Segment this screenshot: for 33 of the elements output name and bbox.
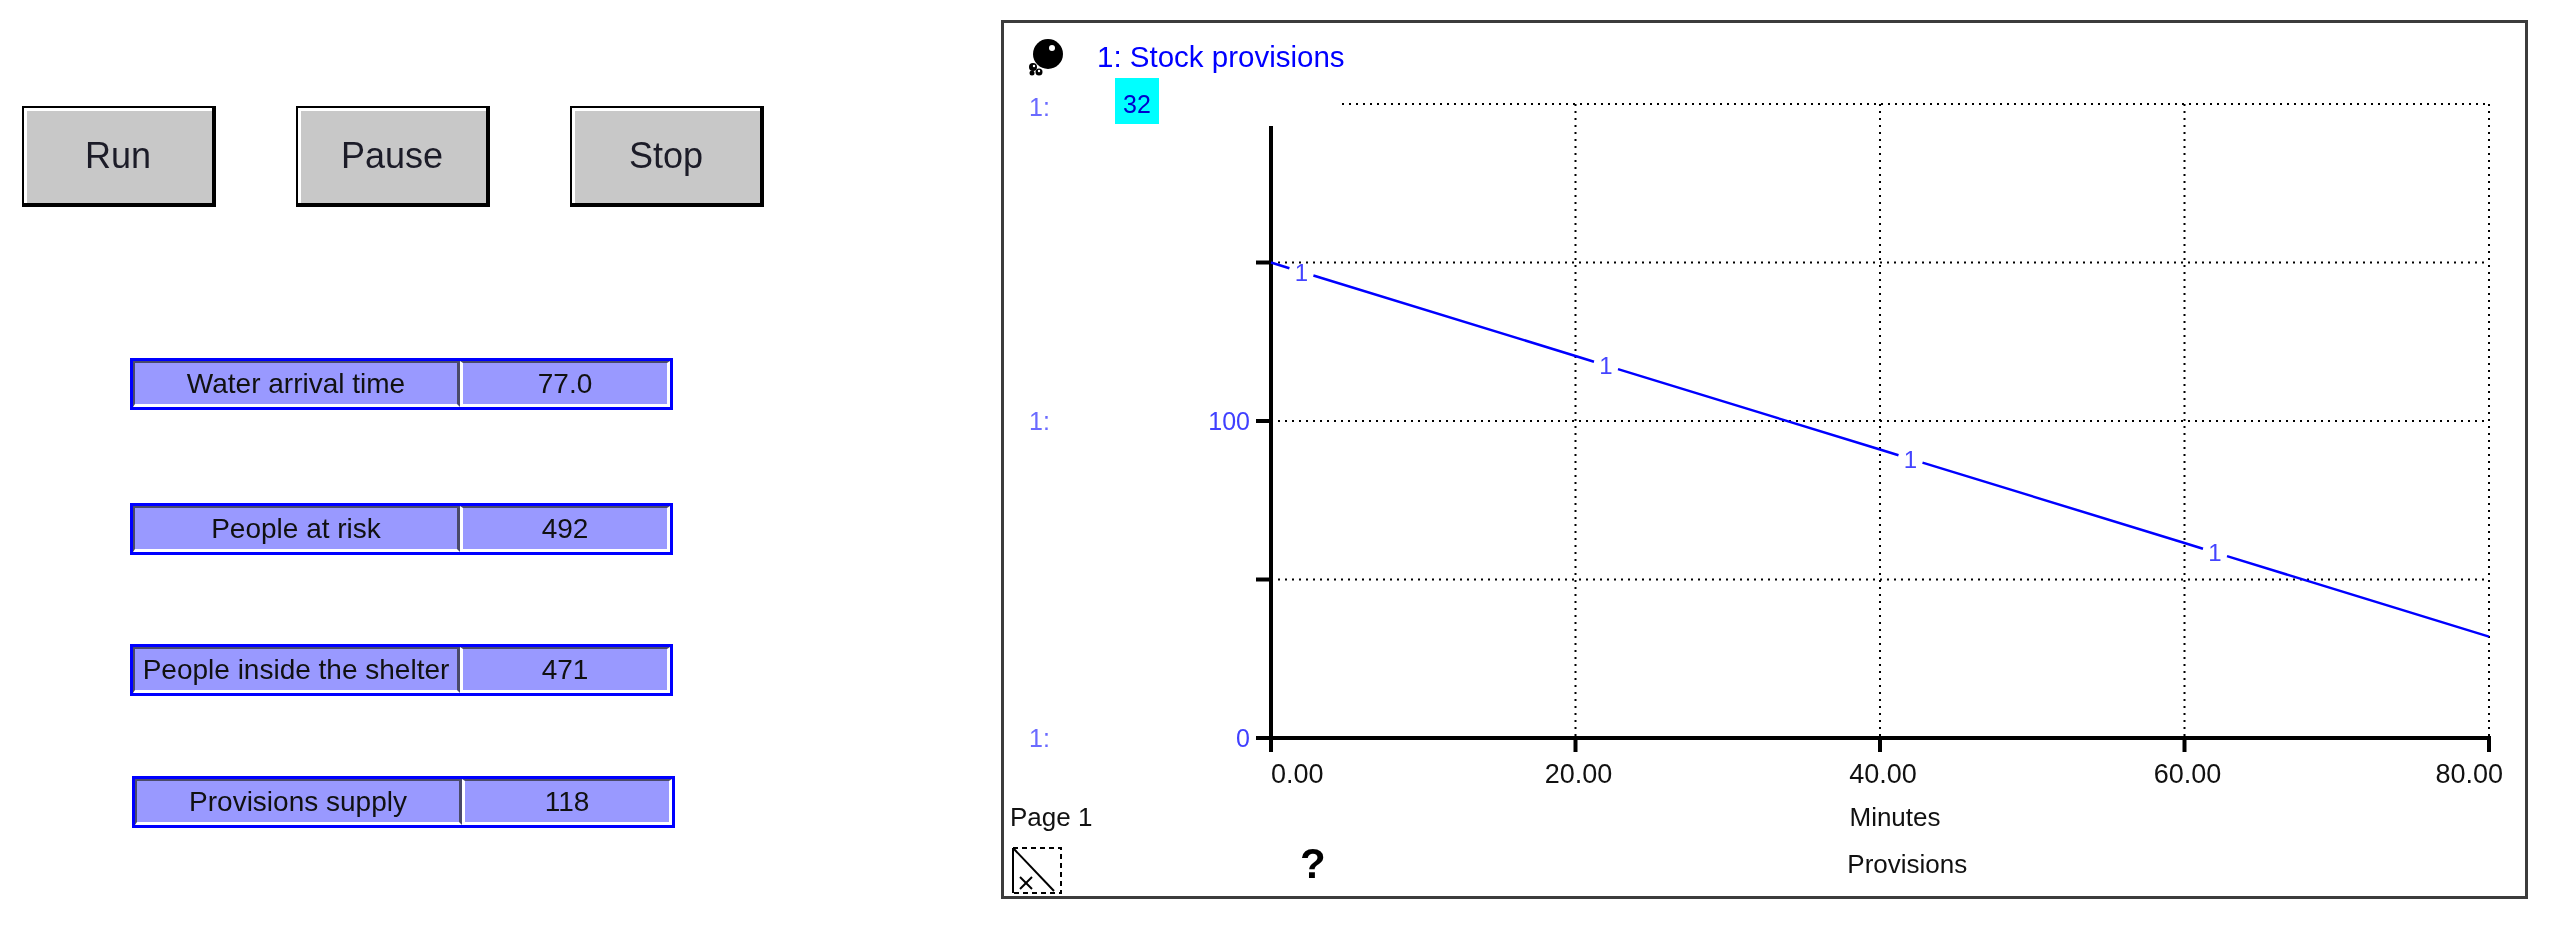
display-value: 471 bbox=[460, 647, 670, 693]
x-tick-label: 80.00 bbox=[2435, 759, 2503, 789]
display-value: 77.0 bbox=[460, 361, 670, 407]
page-label[interactable]: Page 1 bbox=[1004, 802, 1093, 833]
x-tick-label: 0.00 bbox=[1271, 759, 1324, 789]
y-tick-label: 100 bbox=[1208, 407, 1250, 435]
graph-title: Provisions bbox=[1846, 848, 1969, 880]
sim-button[interactable]: Pause bbox=[296, 106, 490, 207]
x-tick-label: 20.00 bbox=[1544, 759, 1613, 789]
sim-button[interactable]: Stop bbox=[570, 106, 764, 207]
legend-label: 1: Stock provisions bbox=[1097, 39, 1345, 75]
readout-label: 1: bbox=[1029, 93, 1050, 121]
display-label: Water arrival time bbox=[133, 361, 460, 407]
sim-button[interactable]: Run bbox=[22, 106, 216, 207]
help-button[interactable]: ? bbox=[1300, 843, 1326, 885]
series-marker: 1 bbox=[1903, 445, 1918, 473]
display-value: 118 bbox=[462, 779, 672, 825]
crossed-square-icon[interactable] bbox=[1012, 847, 1062, 894]
series-marker: 1 bbox=[1599, 352, 1613, 380]
x-tick-label: 40.00 bbox=[1849, 759, 1917, 789]
display-label: People inside the shelter bbox=[133, 647, 460, 693]
display-label: Provisions supply bbox=[135, 779, 462, 825]
ball-icon[interactable] bbox=[1027, 38, 1065, 76]
display-value: 492 bbox=[460, 506, 670, 552]
scale-label: 1: bbox=[1029, 724, 1050, 752]
x-axis-label: Minutes bbox=[1849, 802, 1941, 833]
series-marker: 1 bbox=[2208, 539, 2222, 567]
series-marker: 1 bbox=[1294, 258, 1309, 286]
y-tick-label: 0 bbox=[1236, 724, 1250, 752]
display-label: People at risk bbox=[133, 506, 460, 552]
readout-value: 32 bbox=[1115, 78, 1159, 124]
scale-label: 1: bbox=[1029, 407, 1050, 435]
x-tick-label: 60.00 bbox=[2153, 759, 2222, 789]
